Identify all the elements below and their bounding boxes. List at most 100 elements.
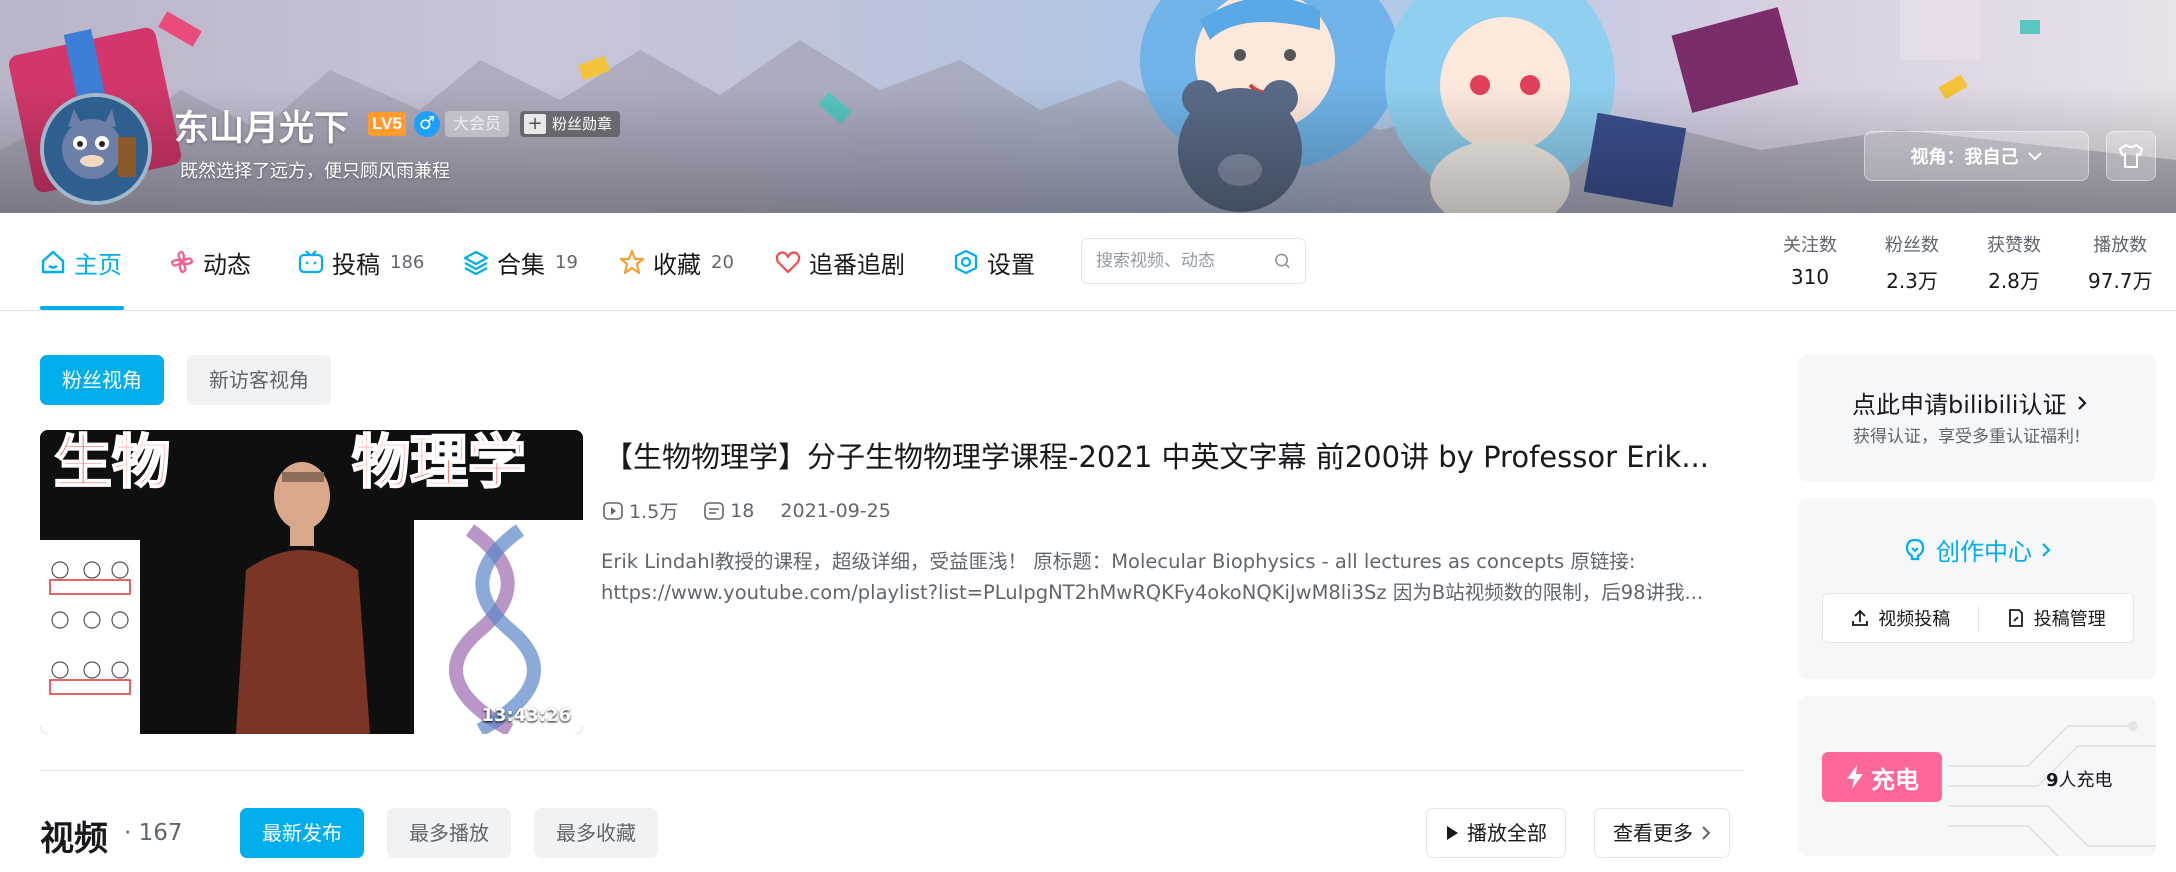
layers-icon (463, 249, 489, 275)
upload-video-label: 视频投稿 (1878, 609, 1951, 630)
charge-label: 充电 (1871, 765, 1919, 794)
tab-collections-count: 19 (555, 251, 578, 273)
tab-favorites-label: 收藏 (653, 250, 701, 279)
stat-likes: 获赞数 2.8万 (1987, 231, 2041, 294)
stat-following-value: 310 (1790, 265, 1830, 289)
tv-icon (298, 249, 324, 275)
charge-count-value: 9 (2046, 770, 2059, 791)
view-more-button[interactable]: 查看更多 (1594, 808, 1730, 858)
user-avatar[interactable] (40, 93, 152, 205)
fan-perspective-button[interactable]: 粉丝视角 (40, 355, 164, 405)
avatar-image (44, 97, 148, 201)
perspective-label: 视角：我自己 (1910, 147, 2019, 168)
stat-likes-label: 获赞数 (1987, 235, 2041, 256)
active-tab-indicator (40, 306, 124, 310)
upload-icon (1852, 609, 1869, 626)
tab-settings[interactable]: 设置 (953, 213, 1035, 311)
manage-uploads-label: 投稿管理 (2033, 609, 2106, 630)
tab-dynamic-label: 动态 (203, 250, 251, 279)
stat-fans-value: 2.3万 (1886, 269, 1938, 293)
username: 东山月光下 (174, 109, 350, 149)
charge-count-suffix: 人充电 (2058, 770, 2113, 791)
search-input[interactable] (1096, 251, 1266, 271)
play-count-value: 1.5万 (629, 501, 679, 523)
vip-badge[interactable]: 大会员 (445, 111, 510, 137)
tab-uploads-label: 投稿 (332, 250, 380, 279)
tab-settings-label: 设置 (987, 250, 1035, 279)
videos-count: · 167 (124, 820, 183, 846)
publish-date: 2021-09-25 (780, 499, 891, 522)
stat-following-label: 关注数 (1783, 235, 1837, 256)
section-divider (40, 770, 1744, 771)
home-icon (40, 249, 66, 275)
tab-collections-label: 合集 (497, 250, 545, 279)
tab-uploads[interactable]: 投稿 186 (298, 213, 424, 311)
chevron-right-icon (1702, 826, 1711, 840)
tab-bangumi-label: 追番追剧 (809, 250, 905, 279)
featured-video-thumbnail[interactable]: 生物 物理学 13:43:26 (40, 430, 583, 734)
tab-home-label: 主页 (74, 250, 122, 279)
search-icon[interactable] (1274, 252, 1291, 270)
thumbnail-image: 生物 物理学 (40, 430, 583, 734)
manage-uploads-button[interactable]: 投稿管理 (1979, 594, 2134, 642)
gender-male-icon: ♂ (414, 111, 440, 137)
creator-center-link[interactable]: 创作中心 (1798, 532, 2156, 567)
creator-center-card: 创作中心 视频投稿 投稿管理 (1798, 498, 2156, 679)
profile-banner: 东山月光下 LV5 ♂ 大会员 + 粉丝勋章 既然选择了远方，便只顾风雨兼程 视… (0, 0, 2176, 213)
heart-icon (775, 249, 801, 275)
tab-uploads-count: 186 (390, 251, 425, 273)
creator-actions: 视频投稿 投稿管理 (1822, 593, 2134, 643)
featured-video-title[interactable]: 【生物物理学】分子生物物理学课程-2021 中英文字幕 前200讲 by Pro… (604, 434, 1734, 476)
description-line-2: https://www.youtube.com/playlist?list=PL… (601, 581, 1704, 604)
sort-latest-button[interactable]: 最新发布 (240, 808, 364, 858)
verification-title-text: 点此申请bilibili认证 (1852, 391, 2067, 419)
play-all-button[interactable]: 播放全部 (1426, 808, 1566, 858)
change-skin-button[interactable] (2106, 131, 2156, 181)
pinwheel-icon (169, 249, 195, 275)
shirt-icon (2119, 144, 2143, 168)
chevron-right-icon (2078, 395, 2088, 410)
stat-plays-value: 97.7万 (2088, 269, 2153, 293)
thumbnail-text-right: 物理学 (352, 430, 526, 496)
fan-medal-badge[interactable]: + 粉丝勋章 (520, 111, 621, 137)
description-line-1: Erik Lindahl教授的课程，超级详细，受益匪浅！ 原标题：Molecul… (601, 550, 1636, 573)
danmaku-count: 18 (704, 500, 754, 522)
upload-video-button[interactable]: 视频投稿 (1823, 594, 1978, 642)
charge-button[interactable]: 充电 (1822, 752, 1942, 802)
fan-medal-label: 粉丝勋章 (552, 115, 613, 133)
verification-title[interactable]: 点此申请bilibili认证 (1852, 385, 2088, 420)
profile-nav: 主页 动态 投稿 186 合集 19 收藏 20 追番追剧 设置 搜索视频、动态… (0, 213, 2176, 311)
stat-fans-label: 粉丝数 (1885, 235, 1939, 256)
perspective-dropdown[interactable]: 视角：我自己 (1864, 131, 2089, 181)
stat-fans[interactable]: 粉丝数 2.3万 (1885, 231, 1939, 294)
profile-search-box[interactable] (1081, 238, 1306, 284)
tab-collections[interactable]: 合集 19 (463, 213, 578, 311)
charge-count: 9人充电 (2046, 766, 2113, 792)
lightbulb-icon (1905, 538, 1925, 560)
stat-likes-value: 2.8万 (1988, 269, 2040, 293)
tab-dynamic[interactable]: 动态 (169, 213, 251, 311)
videos-section-title: 视频 (40, 819, 108, 859)
play-all-label: 播放全部 (1467, 821, 1547, 845)
tab-favorites-count: 20 (711, 251, 734, 273)
sort-most-favorited-button[interactable]: 最多收藏 (534, 808, 658, 858)
tab-bangumi[interactable]: 追番追剧 (775, 213, 905, 311)
document-edit-icon (2008, 609, 2023, 627)
stat-plays-label: 播放数 (2093, 235, 2148, 256)
danmaku-icon (704, 501, 725, 520)
user-signature: 既然选择了远方，便只顾风雨兼程 (180, 161, 450, 182)
tab-home[interactable]: 主页 (40, 213, 122, 311)
danmaku-count-value: 18 (730, 499, 755, 522)
visitor-perspective-button[interactable]: 新访客视角 (187, 355, 331, 405)
plus-icon: + (524, 114, 546, 134)
tab-favorites[interactable]: 收藏 20 (619, 213, 734, 311)
stat-plays: 播放数 97.7万 (2088, 231, 2153, 294)
play-count: 1.5万 (603, 497, 678, 524)
featured-video-description: Erik Lindahl教授的课程，超级详细，受益匪浅！ 原标题：Molecul… (601, 546, 1731, 608)
verification-subtitle: 获得认证，享受多重认证福利! (1853, 427, 2081, 447)
play-count-icon (603, 501, 623, 520)
verification-card[interactable]: 点此申请bilibili认证 获得认证，享受多重认证福利! (1798, 355, 2156, 482)
sort-most-played-button[interactable]: 最多播放 (387, 808, 511, 858)
featured-video-meta: 1.5万 18 2021-09-25 (603, 497, 891, 524)
stat-following[interactable]: 关注数 310 (1783, 231, 1837, 289)
